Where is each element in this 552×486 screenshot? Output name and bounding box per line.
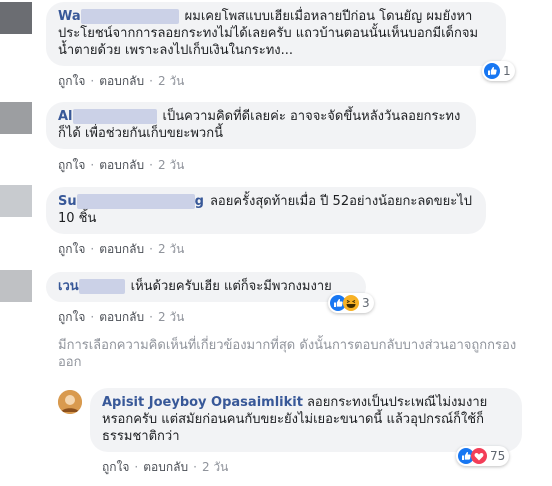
reply-link[interactable]: ตอบกลับ: [99, 74, 144, 88]
redacted-name: [80, 9, 179, 24]
separator: ·: [149, 74, 153, 88]
reply-link[interactable]: ตอบกลับ: [99, 242, 144, 256]
avatar[interactable]: [0, 185, 32, 217]
reply-link[interactable]: ตอบกลับ: [99, 158, 144, 172]
like-link[interactable]: ถูกใจ: [58, 310, 85, 324]
timestamp[interactable]: 2 วัน: [158, 310, 184, 324]
comment-bubble: Al เป็นความคิดที่ดีเลยค่ะ อาจจะจัดขึ้นหลั…: [46, 102, 476, 149]
avatar[interactable]: [58, 390, 82, 414]
separator: ·: [149, 158, 153, 172]
timestamp[interactable]: 2 วัน: [158, 74, 184, 88]
relevance-filter-notice[interactable]: มีการเลือกความคิดเห็นที่เกี่ยวข้องมากที่…: [58, 337, 534, 371]
reaction-count: 3: [362, 296, 370, 310]
like-icon: [484, 63, 500, 79]
comment-actions: ถูกใจ · ตอบกลับ · 2 วัน: [58, 156, 184, 175]
comment-author-tail[interactable]: g: [195, 194, 204, 209]
reply-bubble: Apisit Joeyboy Opasaimlikit ลอยกระทงเป็นป…: [90, 388, 522, 452]
redacted-name: [76, 194, 195, 209]
reaction-summary[interactable]: 1: [482, 61, 515, 81]
reaction-count: 1: [503, 64, 511, 78]
avatar[interactable]: [0, 102, 32, 134]
like-link[interactable]: ถูกใจ: [102, 460, 129, 474]
comment-bubble: Wa ผมเคยโพสแบบเฮียเมื่อหลายปีก่อน โดนยัญ …: [46, 2, 506, 66]
redacted-name: [72, 109, 157, 124]
timestamp[interactable]: 2 วัน: [158, 242, 184, 256]
reply-link[interactable]: ตอบกลับ: [99, 310, 144, 324]
reply-link[interactable]: ตอบกลับ: [143, 460, 188, 474]
comment-author[interactable]: เวน: [58, 279, 79, 294]
comment-actions: ถูกใจ · ตอบกลับ · 2 วัน: [58, 240, 184, 259]
separator: ·: [90, 74, 95, 88]
separator: ·: [149, 310, 153, 324]
separator: ·: [90, 158, 95, 172]
reaction-count: 75: [490, 449, 506, 463]
comment-author[interactable]: Wa: [58, 9, 81, 24]
like-link[interactable]: ถูกใจ: [58, 242, 85, 256]
separator: ·: [134, 460, 139, 474]
comment-actions: ถูกใจ · ตอบกลับ · 2 วัน: [58, 308, 184, 327]
comment-author[interactable]: Su: [58, 194, 77, 209]
avatar[interactable]: [0, 2, 32, 34]
reaction-summary[interactable]: 3: [328, 293, 374, 313]
comment-bubble: เวน เห็นด้วยครับเฮีย แต่ก็จะมีพวกงมงาย: [46, 272, 366, 302]
redacted-name: [78, 279, 125, 294]
avatar[interactable]: [0, 270, 32, 302]
timestamp[interactable]: 2 วัน: [158, 158, 184, 172]
like-link[interactable]: ถูกใจ: [58, 158, 85, 172]
comment-bubble: Su g ลอยครั้งสุดท้ายเมื่อ ปี 52อย่างน้อยกะ…: [46, 187, 486, 234]
comment-actions: ถูกใจ · ตอบกลับ · 2 วัน: [58, 72, 184, 91]
like-link[interactable]: ถูกใจ: [58, 74, 85, 88]
separator: ·: [149, 242, 153, 256]
profile-photo: [58, 390, 82, 414]
comment-text: เห็นด้วยครับเฮีย แต่ก็จะมีพวกงมงาย: [130, 279, 332, 294]
reply-author[interactable]: Apisit Joeyboy Opasaimlikit: [102, 395, 303, 410]
reaction-summary[interactable]: 75: [456, 446, 510, 466]
comment-author[interactable]: Al: [58, 109, 73, 124]
separator: ·: [90, 310, 95, 324]
reply-actions: ถูกใจ · ตอบกลับ · 2 วัน: [102, 458, 228, 477]
separator: ·: [193, 460, 197, 474]
love-icon: [471, 448, 487, 464]
separator: ·: [90, 242, 95, 256]
timestamp[interactable]: 2 วัน: [202, 460, 228, 474]
haha-icon: [343, 295, 359, 311]
